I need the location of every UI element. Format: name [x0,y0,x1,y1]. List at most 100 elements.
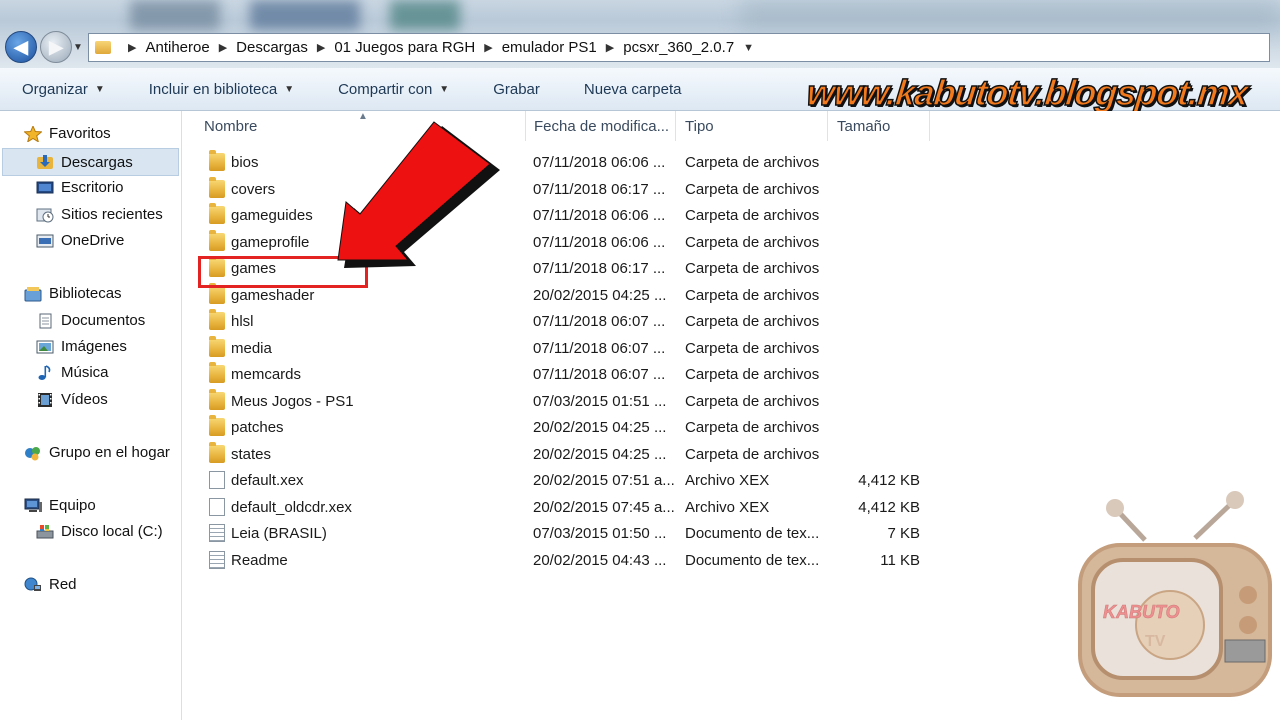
share-label: Compartir con [338,80,433,98]
sidebar-label: Imágenes [61,338,127,355]
include-library-button[interactable]: Incluir en biblioteca ▼ [127,81,316,98]
file-row[interactable]: Leia (BRASIL) 07/03/2015 01:50 ... Documen… [202,521,942,547]
new-folder-button[interactable]: Nueva carpeta [562,81,704,98]
file-icon [209,471,225,489]
file-name: Readme [231,551,288,569]
folder-icon [209,415,225,436]
column-label: Tipo [685,117,714,135]
breadcrumb-item[interactable]: 01 Juegos para RGH [334,39,475,56]
file-date: 20/02/2015 07:45 a... [533,498,675,516]
file-type: Carpeta de archivos [685,339,820,357]
breadcrumb-item[interactable]: pcsxr_360_2.0.7 [623,39,734,56]
file-date: 07/11/2018 06:17 ... [533,180,666,198]
file-date: 07/11/2018 06:06 ... [533,207,666,224]
file-name: gameprofile [231,233,310,251]
sidebar-item-documents[interactable]: Documentos [36,312,145,329]
chevron-down-icon[interactable]: ▼ [743,42,754,54]
file-name: patches [231,419,284,436]
file-row[interactable]: bios 07/11/2018 06:06 ... Carpeta de archi… [202,150,942,176]
sidebar-label: Bibliotecas [49,285,122,302]
file-date: 20/02/2015 07:51 a... [533,472,675,489]
window-titlebar: ◀ ▶ ▼ ▶ Antiheroe ▶ Descargas ▶ 01 Juego… [0,0,1280,68]
file-row[interactable]: default_oldcdr.xex 20/02/2015 07:45 a... A… [202,495,942,521]
file-row[interactable]: gameguides 07/11/2018 06:06 ... Carpeta de… [202,203,942,229]
logo-sub: TV [1145,633,1166,650]
file-size: 4,412 KB [858,472,920,489]
file-type: Carpeta de archivos [685,180,820,198]
file-date: 07/11/2018 06:06 ... [533,154,666,171]
file-row[interactable]: default.xex 20/02/2015 07:51 a... Archivo … [202,468,942,494]
file-type: Carpeta de archivos [685,207,820,224]
breadcrumb-item[interactable]: Antiheroe [145,39,209,56]
sidebar-item-desktop[interactable]: Escritorio [36,179,124,196]
folder-icon [209,229,225,251]
file-row[interactable]: covers 07/11/2018 06:17 ... Carpeta de arc… [202,176,942,203]
sidebar-item-downloads[interactable]: Descargas [2,148,179,176]
network-icon [24,577,42,593]
folder-icon [209,176,225,198]
file-name: states [231,445,272,463]
file-row[interactable]: hlsl 07/11/2018 06:07 ... Carpeta de archi… [202,309,942,335]
taskbar-blur [130,0,220,30]
downloads-folder-icon [36,154,54,170]
chevron-right-icon[interactable]: ▶ [484,41,492,54]
file-type: Carpeta de archivos [685,154,820,171]
back-button[interactable]: ◀ [5,31,37,63]
breadcrumb: ▶ Antiheroe ▶ Descargas ▶ 01 Juegos para… [119,39,763,56]
column-header-size[interactable]: Tamaño [828,111,930,141]
file-type: Carpeta de archivos [685,366,820,383]
breadcrumb-item[interactable]: emulador PS1 [502,39,597,56]
sidebar-item-local-disk[interactable]: Disco local (C:) [36,523,163,540]
sidebar-item-favorites[interactable]: Favoritos [23,124,111,143]
file-date: 07/03/2015 01:50 ... [533,525,667,542]
column-label: Tamaño [837,117,891,135]
sidebar-item-recent-places[interactable]: Sitios recientes [36,206,163,223]
file-name: default.xex [231,472,304,489]
share-button[interactable]: Compartir con ▼ [316,81,471,98]
history-dropdown-icon[interactable]: ▼ [73,42,83,53]
file-name: covers [231,180,276,198]
file-type: Archivo XEX [685,472,770,489]
chevron-right-icon[interactable]: ▶ [317,41,325,54]
chevron-right-icon[interactable]: ▶ [128,41,136,54]
sidebar-item-music[interactable]: Música [36,364,109,381]
file-row[interactable]: patches 20/02/2015 04:25 ... Carpeta de ar… [202,415,942,441]
chevron-right-icon[interactable]: ▶ [219,41,227,54]
file-row[interactable]: Readme 20/02/2015 04:43 ... Documento de t… [202,548,942,574]
kabutotv-logo: KABUTO TV [1078,491,1272,697]
sidebar-item-computer[interactable]: Equipo [24,497,96,514]
file-type: Carpeta de archivos [685,286,820,304]
sidebar-label: Grupo en el hogar [49,444,170,461]
breadcrumb-item[interactable]: Descargas [236,39,308,56]
sidebar-item-libraries[interactable]: Bibliotecas [24,285,122,302]
file-row[interactable]: media 07/11/2018 06:07 ... Carpeta de arch… [202,335,942,362]
file-type: Archivo XEX [685,498,770,516]
column-label: Fecha de modifica... [534,117,670,135]
file-row[interactable]: states 20/02/2015 04:25 ... Carpeta de arc… [202,441,942,468]
file-row[interactable]: memcards 07/11/2018 06:07 ... Carpeta de a… [202,362,942,388]
file-name: gameshader [231,286,315,304]
forward-button[interactable]: ▶ [40,31,72,63]
videos-icon [36,392,54,408]
column-header-type[interactable]: Tipo [676,111,828,141]
organize-button[interactable]: Organizar ▼ [0,81,127,98]
file-row[interactable]: gameprofile 07/11/2018 06:06 ... Carpeta d… [202,229,942,256]
file-name: hlsl [231,313,254,330]
homegroup-icon [24,445,42,461]
file-date: 07/11/2018 06:07 ... [533,339,666,357]
star-icon [23,124,43,143]
chevron-down-icon: ▼ [284,83,295,95]
sidebar-label: Equipo [49,497,96,514]
sidebar-item-images[interactable]: Imágenes [36,338,127,355]
file-row[interactable]: Meus Jogos - PS1 07/03/2015 01:51 ... Carp… [202,388,942,415]
address-bar[interactable]: ▶ Antiheroe ▶ Descargas ▶ 01 Juegos para… [88,33,1270,62]
chevron-right-icon[interactable]: ▶ [606,41,614,54]
sidebar-item-videos[interactable]: Vídeos [36,391,108,408]
column-header-date[interactable]: Fecha de modifica... [526,111,676,141]
sidebar-item-network[interactable]: Red [24,576,77,593]
chevron-down-icon: ▼ [439,83,450,95]
sidebar-item-homegroup[interactable]: Grupo en el hogar [24,444,170,461]
folder-icon [209,150,225,171]
sidebar-item-onedrive[interactable]: OneDrive [36,232,124,249]
burn-button[interactable]: Grabar [471,81,562,98]
